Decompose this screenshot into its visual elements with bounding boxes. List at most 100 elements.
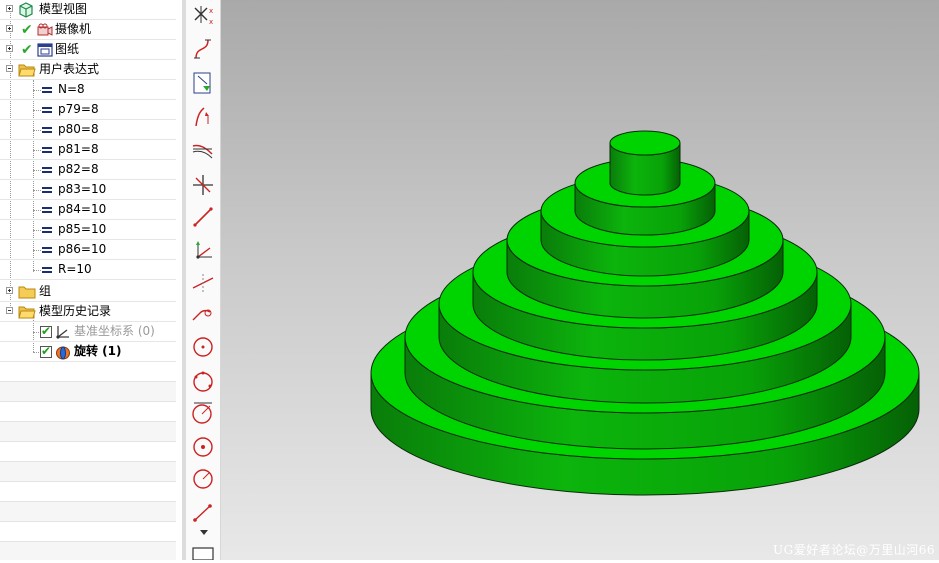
- expression-label: N=8: [58, 82, 85, 96]
- expression-icon: [42, 127, 52, 133]
- expand-toggle[interactable]: [6, 5, 13, 12]
- expand-toggle[interactable]: [6, 25, 13, 32]
- expression-row[interactable]: N=8: [0, 80, 176, 100]
- expression-icon: [42, 227, 52, 233]
- circle-tangent-icon[interactable]: [190, 400, 216, 426]
- camera-icon: [37, 23, 53, 36]
- point-set-icon[interactable]: x x: [190, 2, 216, 28]
- graphics-viewport[interactable]: UG爱好者论坛@万里山河66: [221, 0, 939, 560]
- node-groups[interactable]: 组: [0, 282, 176, 302]
- circle-center-icon[interactable]: [190, 334, 216, 360]
- expression-row[interactable]: p83=10: [0, 180, 176, 200]
- expression-row[interactable]: R=10: [0, 260, 176, 280]
- expression-row[interactable]: p85=10: [0, 220, 176, 240]
- empty-row: [0, 382, 176, 402]
- part-navigator: 模型视图 ✔ 摄像机 ✔ 图纸 用户表达式 N=8 p79=8 p80=8 p8…: [0, 0, 182, 560]
- node-label: 图纸: [55, 42, 80, 56]
- revolve-step[interactable]: [609, 130, 681, 196]
- collapse-toggle[interactable]: [6, 65, 13, 72]
- expression-icon: [42, 247, 52, 253]
- expression-label: p84=10: [58, 202, 107, 216]
- expression-row[interactable]: p79=8: [0, 100, 176, 120]
- datum-csys-icon: [56, 326, 69, 339]
- watermark: UG爱好者论坛@万里山河66: [773, 543, 935, 557]
- svg-text:x: x: [209, 18, 213, 26]
- line-endpoints-icon[interactable]: [190, 500, 216, 526]
- folder-open-icon: [18, 306, 36, 319]
- intersection-icon[interactable]: [190, 172, 216, 198]
- node-label: 组: [39, 284, 52, 298]
- revolve-icon: [56, 346, 70, 360]
- expression-label: p85=10: [58, 222, 107, 236]
- check-mark-icon: ✔: [21, 42, 33, 58]
- expression-row[interactable]: p86=10: [0, 240, 176, 260]
- empty-row: [0, 422, 176, 442]
- empty-row: [0, 362, 176, 382]
- folder-open-icon: [18, 64, 36, 77]
- expression-label: p81=8: [58, 142, 99, 156]
- expression-row[interactable]: p81=8: [0, 140, 176, 160]
- fillet-icon[interactable]: [190, 300, 216, 326]
- history-item-label: 基准坐标系 (0): [74, 324, 155, 338]
- empty-row: [0, 542, 176, 560]
- expression-label: p79=8: [58, 102, 99, 116]
- node-label: 模型历史记录: [39, 304, 112, 318]
- drawing-sheet-icon: [37, 43, 53, 57]
- expression-row[interactable]: p82=8: [0, 160, 176, 180]
- model-views-icon: [19, 2, 33, 18]
- rectangle-icon[interactable]: [192, 546, 214, 560]
- line-icon[interactable]: [190, 204, 216, 230]
- empty-row: [0, 402, 176, 422]
- datum-axis-icon[interactable]: [190, 238, 216, 264]
- empty-row: [0, 502, 176, 522]
- expand-toggle[interactable]: [6, 287, 13, 294]
- history-item-datum-csys[interactable]: ✔ 基准坐标系 (0): [0, 322, 176, 342]
- visibility-checkbox[interactable]: ✔: [40, 344, 52, 358]
- node-label: 用户表达式: [39, 62, 100, 76]
- empty-row: [0, 482, 176, 502]
- empty-row: [0, 442, 176, 462]
- expression-label: p80=8: [58, 122, 99, 136]
- expression-row[interactable]: p84=10: [0, 200, 176, 220]
- curve-toolbar: x x: [186, 0, 221, 560]
- circle-three-point-icon[interactable]: [190, 368, 216, 394]
- node-label: 摄像机: [55, 22, 92, 36]
- empty-row: [0, 522, 176, 542]
- empty-row: [0, 462, 176, 482]
- folder-icon: [18, 286, 36, 299]
- stepped-cone-model[interactable]: [221, 0, 939, 560]
- circle-radius-icon[interactable]: [190, 466, 216, 492]
- expression-label: p86=10: [58, 242, 107, 256]
- expression-label: R=10: [58, 262, 92, 276]
- history-item-revolve[interactable]: ✔ 旋转 (1): [0, 342, 176, 362]
- curve-arrow-icon[interactable]: [190, 70, 216, 96]
- check-mark-icon: ✔: [21, 22, 33, 38]
- expand-toggle[interactable]: [6, 45, 13, 52]
- node-cameras[interactable]: ✔ 摄像机: [0, 20, 176, 40]
- expression-icon: [42, 187, 52, 193]
- svg-text:x: x: [209, 7, 213, 15]
- history-item-label: 旋转 (1): [74, 344, 122, 358]
- visibility-checkbox[interactable]: ✔: [40, 324, 52, 338]
- expression-icon: [42, 207, 52, 213]
- offset-curve-icon[interactable]: [190, 138, 216, 164]
- expression-row[interactable]: p80=8: [0, 120, 176, 140]
- node-user-expressions[interactable]: 用户表达式: [0, 60, 176, 80]
- spline-icon[interactable]: [190, 104, 216, 130]
- expression-icon: [42, 87, 52, 93]
- node-model-views[interactable]: 模型视图: [0, 0, 176, 20]
- expression-icon: [42, 107, 52, 113]
- expression-label: p83=10: [58, 182, 107, 196]
- expression-label: p82=8: [58, 162, 99, 176]
- line-two-points-icon[interactable]: [190, 270, 216, 296]
- node-model-history[interactable]: 模型历史记录: [0, 302, 176, 322]
- curve-icon[interactable]: [190, 36, 216, 62]
- circle-dot-icon[interactable]: [190, 434, 216, 460]
- expression-icon: [42, 147, 52, 153]
- chevron-down-icon[interactable]: [200, 530, 208, 536]
- collapse-toggle[interactable]: [6, 307, 13, 314]
- expression-icon: [42, 167, 52, 173]
- expression-icon: [42, 267, 52, 273]
- node-label: 模型视图: [39, 2, 88, 16]
- node-drawings[interactable]: ✔ 图纸: [0, 40, 176, 60]
